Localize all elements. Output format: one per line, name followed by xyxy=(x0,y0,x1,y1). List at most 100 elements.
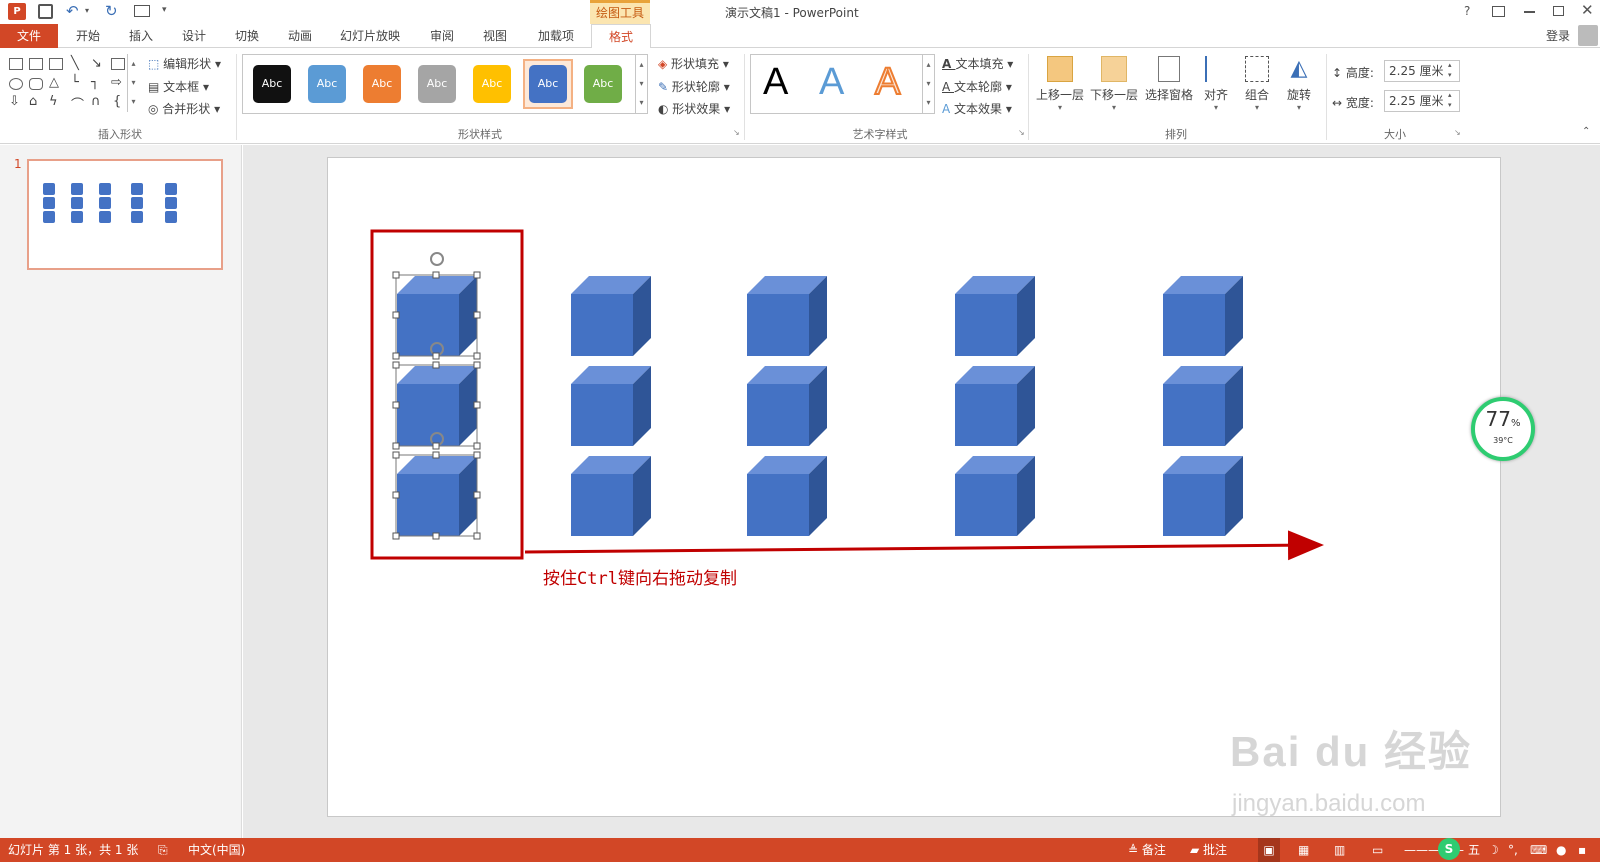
text-effects-button[interactable]: A 文本效果 ▾ xyxy=(942,100,1012,117)
style-swatch-blue[interactable]: Abc xyxy=(308,65,346,103)
wordart-gallery[interactable]: A A A ▴ ▾ ▾ xyxy=(750,54,935,114)
slide-sorter-view-icon[interactable]: ▦ xyxy=(1298,838,1309,862)
oval-shape-icon[interactable] xyxy=(9,78,23,90)
tab-review[interactable]: 审阅 xyxy=(418,24,466,48)
help-button[interactable]: ? xyxy=(1464,4,1470,18)
close-button[interactable]: ✕ xyxy=(1581,1,1594,19)
language-status[interactable]: 中文(中国) xyxy=(188,838,245,862)
right-arrow-shape-icon[interactable]: ⇨ xyxy=(111,75,122,90)
ribbon-display-options-icon[interactable] xyxy=(1492,6,1505,17)
tab-format[interactable]: 格式 xyxy=(591,24,651,49)
rotate-button[interactable]: ◭ 旋转 ▾ xyxy=(1280,52,1318,112)
wordart-black[interactable]: A xyxy=(763,61,788,104)
shapes-gallery-scroll[interactable]: ▴ ▾ ▾ xyxy=(127,54,139,112)
edit-shape-button[interactable]: ⬚ 编辑形状 ▾ xyxy=(148,55,221,72)
width-spinner-icon[interactable]: ▴ ▾ xyxy=(1448,90,1452,110)
resize-handle[interactable] xyxy=(392,361,400,369)
tab-transitions[interactable]: 切换 xyxy=(223,24,271,48)
elbow-arrow-shape-icon[interactable]: ┐ xyxy=(91,75,99,90)
undo-dropdown-icon[interactable]: ▾ xyxy=(85,6,89,15)
save-icon[interactable] xyxy=(38,4,53,19)
user-avatar-icon[interactable] xyxy=(1578,25,1598,46)
style-swatch-orange[interactable]: Abc xyxy=(363,65,401,103)
resize-handle[interactable] xyxy=(432,271,440,279)
resize-handle[interactable] xyxy=(432,532,440,540)
resize-handle[interactable] xyxy=(392,352,400,360)
vertical-textbox-shape-icon[interactable] xyxy=(49,58,63,70)
resize-handle[interactable] xyxy=(432,352,440,360)
resize-handle[interactable] xyxy=(392,451,400,459)
sogou-ime-icon[interactable]: S xyxy=(1438,838,1460,860)
text-box-button[interactable]: ▤ 文本框 ▾ xyxy=(148,78,209,95)
resize-handle[interactable] xyxy=(392,491,400,499)
send-backward-button[interactable]: 下移一层 ▾ xyxy=(1088,52,1140,112)
shapes-gallery[interactable]: ╲ ↘ △ └ ┐ ⇨ ⇩ ⌂ ϟ ⌒ ∩ { xyxy=(5,54,141,114)
keyboard-icon[interactable]: ⌨ xyxy=(1530,838,1547,862)
tab-file[interactable]: 文件 xyxy=(0,24,58,48)
resize-handle[interactable] xyxy=(473,491,481,499)
arc-shape-icon[interactable]: ⌒ xyxy=(71,94,84,113)
resize-handle[interactable] xyxy=(392,311,400,319)
merge-shapes-button[interactable]: ◎ 合并形状 ▾ xyxy=(148,100,220,117)
restore-button[interactable] xyxy=(1553,6,1564,16)
text-outline-button[interactable]: A 文本轮廓 ▾ xyxy=(942,78,1012,95)
wordart-dialog-launcher-icon[interactable]: ↘ xyxy=(1018,128,1025,137)
shape-styles-gallery[interactable]: Abc Abc Abc Abc Abc Abc Abc ▴ ▾ ▾ xyxy=(242,54,648,114)
slideshow-start-icon[interactable] xyxy=(134,5,150,17)
resize-handle[interactable] xyxy=(473,451,481,459)
wordart-orange[interactable]: A xyxy=(874,60,901,104)
rotate-handle-icon[interactable] xyxy=(430,252,444,266)
tab-view[interactable]: 视图 xyxy=(471,24,519,48)
rectangle-shape-icon[interactable] xyxy=(111,58,125,70)
spellcheck-icon[interactable]: ⎘ xyxy=(158,838,168,862)
wordart-blue[interactable]: A xyxy=(819,61,844,104)
sign-in-link[interactable]: 登录 xyxy=(1546,27,1570,44)
resize-handle[interactable] xyxy=(392,442,400,450)
resize-handle[interactable] xyxy=(392,532,400,540)
resize-handle[interactable] xyxy=(473,361,481,369)
ime-mode[interactable]: 五 xyxy=(1468,838,1480,862)
group-button[interactable]: 组合 ▾ xyxy=(1238,52,1276,112)
resize-handle[interactable] xyxy=(473,352,481,360)
comments-button[interactable]: ▰ 批注 xyxy=(1190,838,1227,862)
resize-handle[interactable] xyxy=(473,532,481,540)
bring-forward-button[interactable]: 上移一层 ▾ xyxy=(1034,52,1086,112)
notes-button[interactable]: ≜ 备注 xyxy=(1128,838,1166,862)
resize-handle[interactable] xyxy=(392,271,400,279)
style-swatch-dark-blue[interactable]: Abc xyxy=(529,65,567,103)
wordart-gallery-scroll[interactable]: ▴ ▾ ▾ xyxy=(922,55,934,113)
resize-handle[interactable] xyxy=(432,361,440,369)
tab-design[interactable]: 设计 xyxy=(170,24,218,48)
undo-icon[interactable]: ↶ xyxy=(66,2,79,20)
style-swatch-gray[interactable]: Abc xyxy=(418,65,456,103)
cube-shape-icon[interactable] xyxy=(9,58,23,70)
shape-fill-button[interactable]: ◈ 形状填充 ▾ xyxy=(658,55,729,72)
down-arrow-shape-icon[interactable]: ⇩ xyxy=(9,94,20,109)
shape-styles-dialog-launcher-icon[interactable]: ↘ xyxy=(733,128,740,137)
shape-styles-gallery-scroll[interactable]: ▴ ▾ ▾ xyxy=(635,55,647,113)
shape-effects-button[interactable]: ◐ 形状效果 ▾ xyxy=(658,100,730,117)
half-width-icon[interactable]: ☽ xyxy=(1488,838,1499,862)
lightning-shape-icon[interactable]: ϟ xyxy=(49,94,58,109)
tools-icon[interactable]: ▪ xyxy=(1578,838,1586,862)
triangle-shape-icon[interactable]: △ xyxy=(49,75,59,90)
resize-handle[interactable] xyxy=(432,451,440,459)
style-swatch-black[interactable]: Abc xyxy=(253,65,291,103)
tab-slideshow[interactable]: 幻灯片放映 xyxy=(333,24,407,48)
tab-home[interactable]: 开始 xyxy=(64,24,112,48)
elbow-connector-shape-icon[interactable]: └ xyxy=(71,75,79,90)
slide-thumbnail[interactable] xyxy=(27,159,223,270)
arrow-line-shape-icon[interactable]: ↘ xyxy=(91,56,102,71)
resize-handle[interactable] xyxy=(473,401,481,409)
tab-animations[interactable]: 动画 xyxy=(276,24,324,48)
punctuation-icon[interactable]: °, xyxy=(1508,838,1518,862)
resize-handle[interactable] xyxy=(432,442,440,450)
textbox-shape-icon[interactable] xyxy=(29,58,43,70)
normal-view-icon[interactable]: ▣ xyxy=(1258,838,1280,862)
selected-cube[interactable] xyxy=(397,456,477,536)
resize-handle[interactable] xyxy=(473,442,481,450)
freeform-shape-icon[interactable]: ⌂ xyxy=(29,94,37,109)
redo-icon[interactable]: ↻ xyxy=(105,2,118,20)
curve-shape-icon[interactable]: ∩ xyxy=(91,94,101,109)
shape-outline-button[interactable]: ✎ 形状轮廓 ▾ xyxy=(658,78,730,95)
